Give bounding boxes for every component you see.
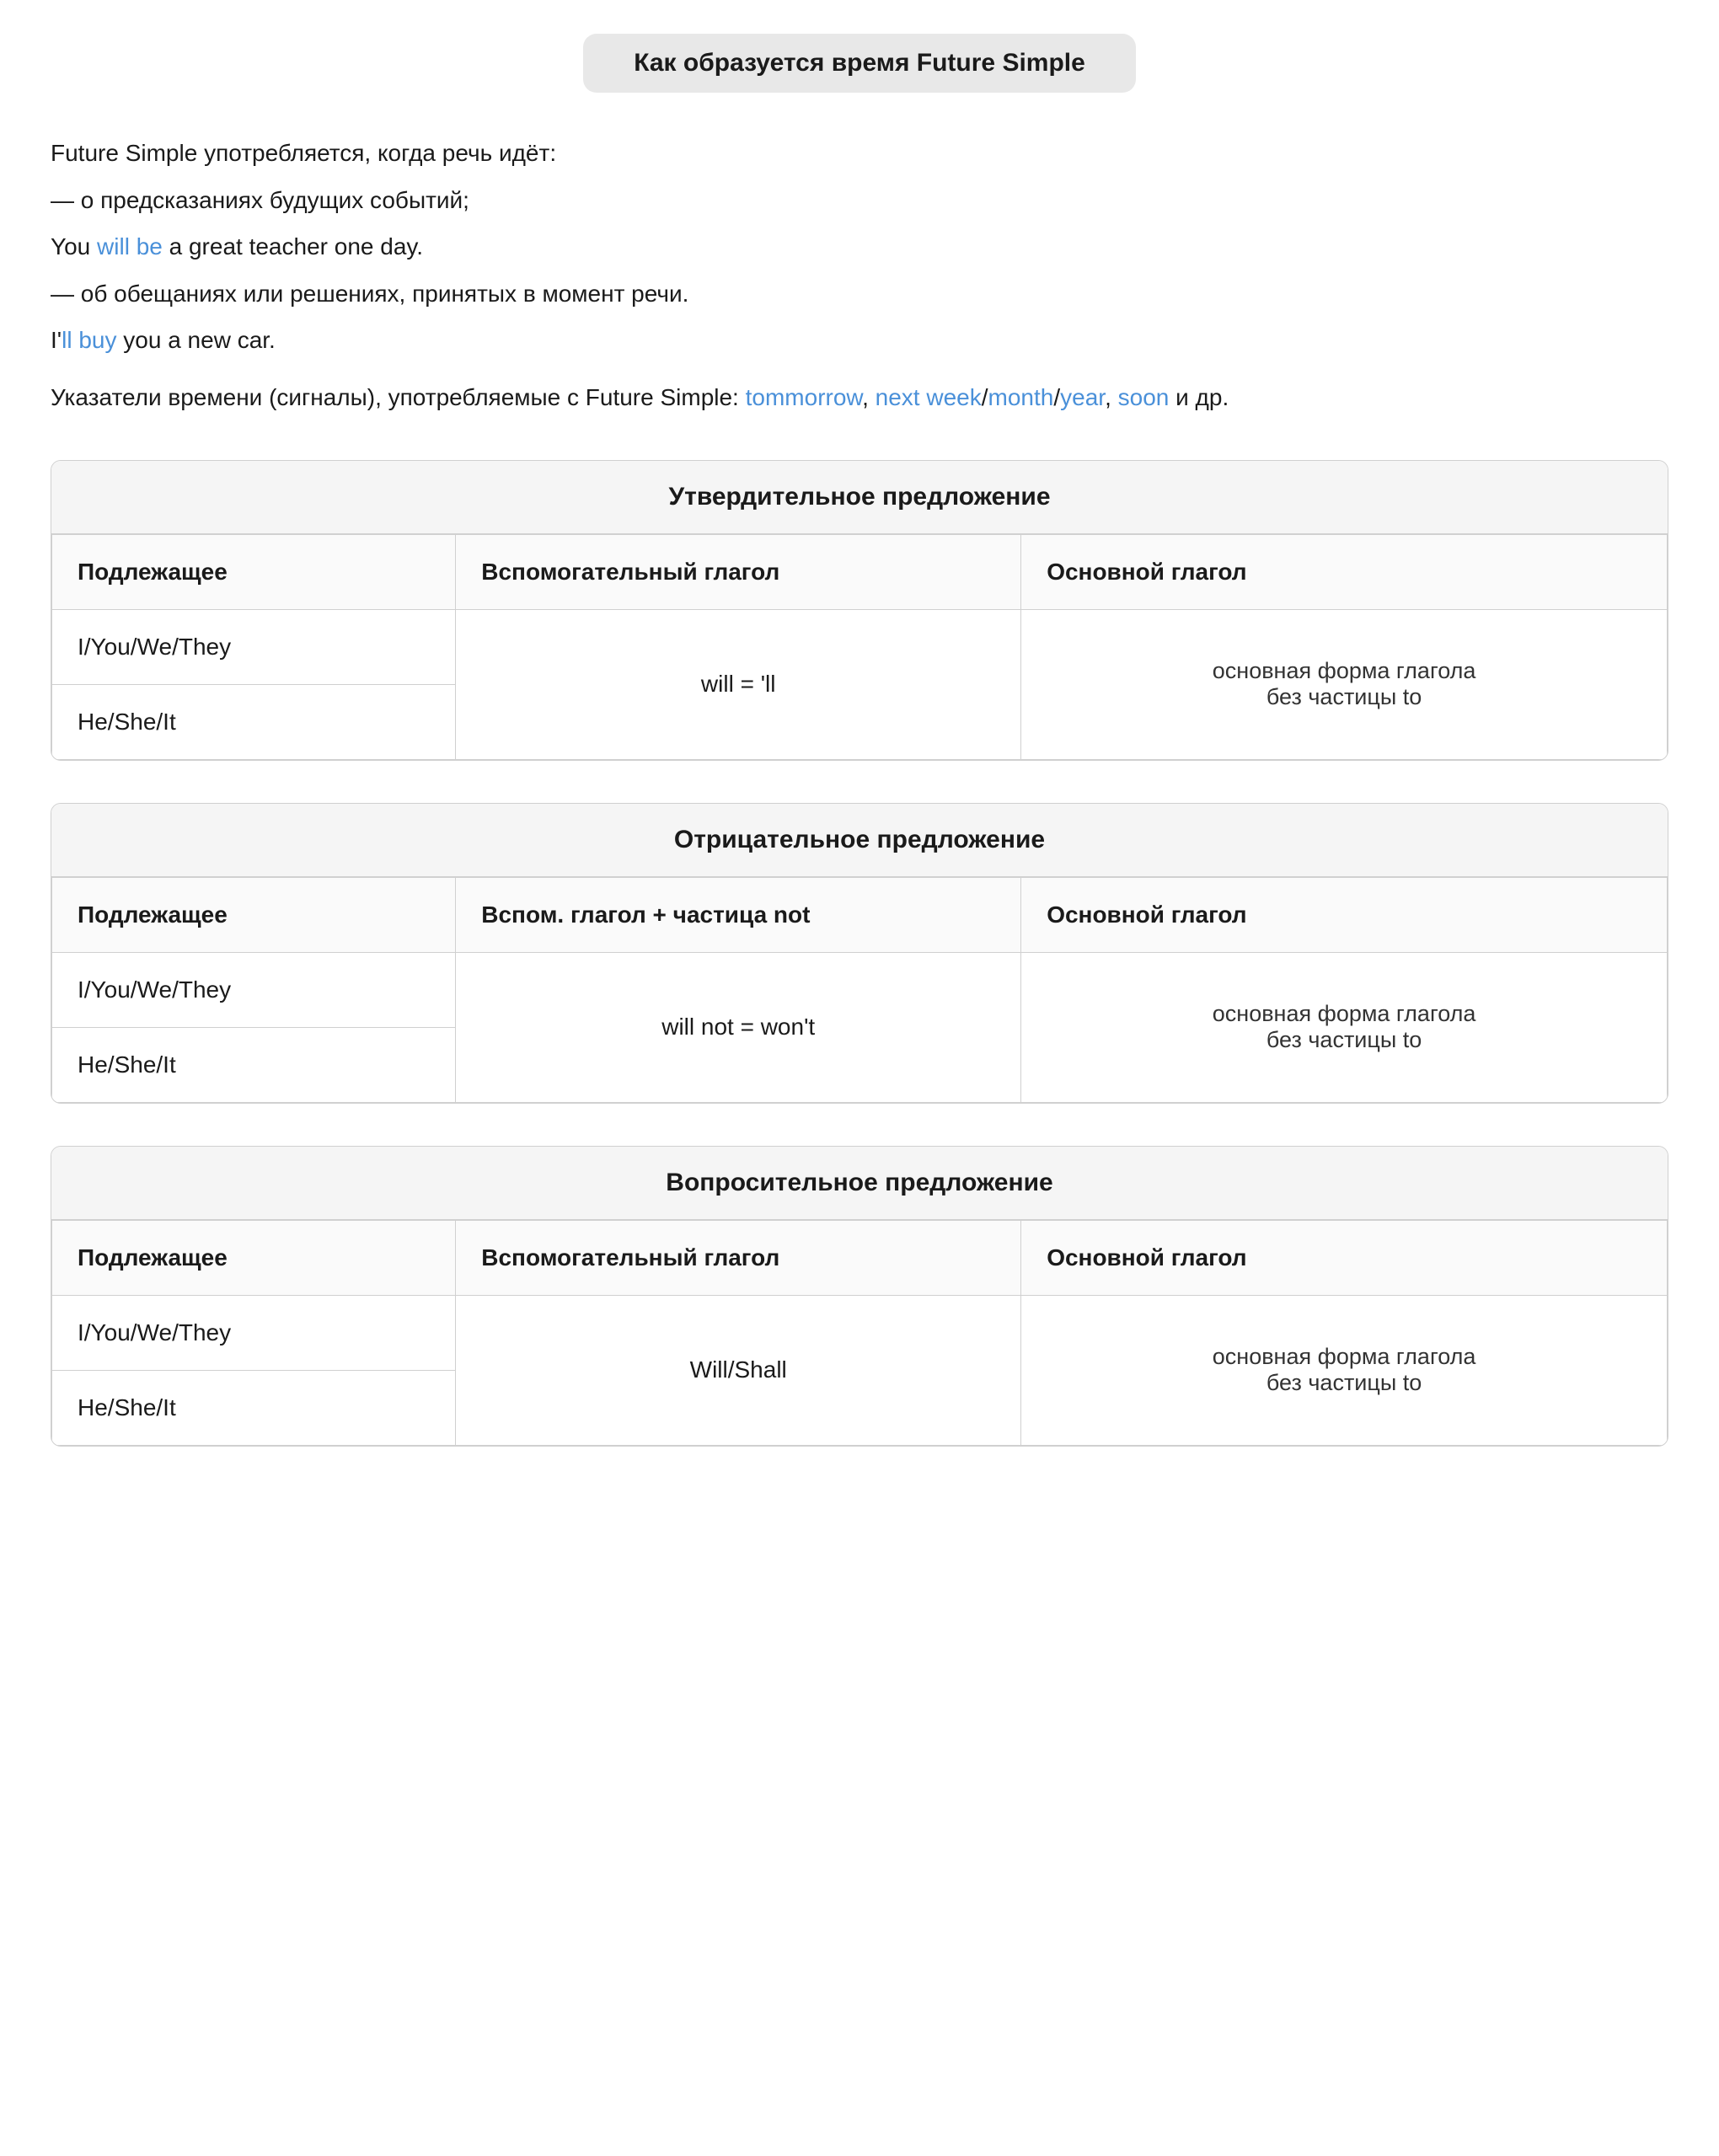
section-interrogative: Вопросительное предложение Подлежащее Вс… [51, 1146, 1668, 1447]
int-aux-verb-cell: Will/Shall [456, 1295, 1021, 1445]
int-col1-header: Подлежащее [52, 1220, 456, 1295]
int-subject-top: I/You/We/They [52, 1296, 455, 1371]
neg-subject-cell: I/You/We/They He/She/It [52, 952, 456, 1102]
aff-col1-header: Подлежащее [52, 534, 456, 609]
int-col3-header: Основной глагол [1021, 1220, 1668, 1295]
neg-subject-bottom: He/She/It [52, 1028, 455, 1102]
aff-main-verb-line2: без частицы to [1266, 684, 1422, 709]
aff-aux-verb-cell: will = 'll [456, 609, 1021, 759]
intro-slash1: / [982, 384, 988, 410]
intro-line1: Future Simple употребляется, когда речь … [51, 133, 1668, 174]
intro-soon: soon [1118, 384, 1170, 410]
neg-main-verb-line2: без частицы to [1266, 1027, 1422, 1052]
intro-line6-pre: Указатели времени (сигналы), употребляем… [51, 384, 746, 410]
neg-main-verb-cell: основная форма глагола без частицы to [1021, 952, 1668, 1102]
aff-main-verb-line1: основная форма глагола [1213, 658, 1476, 683]
int-main-verb-cell: основная форма глагола без частицы to [1021, 1295, 1668, 1445]
page-title: Как образуется время Future Simple [583, 34, 1136, 93]
affirmative-data-row: I/You/We/They He/She/It will = 'll основ… [52, 609, 1668, 759]
aff-col3-header: Основной глагол [1021, 534, 1668, 609]
intro-slash2: / [1053, 384, 1060, 410]
intro-line6-end: и др. [1169, 384, 1229, 410]
intro-line3-post: a great teacher one day. [163, 233, 423, 259]
intro-comma2: , [1105, 384, 1118, 410]
section-negative: Отрицательное предложение Подлежащее Всп… [51, 803, 1668, 1104]
neg-col3-header: Основной глагол [1021, 877, 1668, 952]
intro-next-week: next week [876, 384, 982, 410]
int-main-verb-line2: без частицы to [1266, 1370, 1422, 1395]
intro-line6: Указатели времени (сигналы), употребляем… [51, 377, 1668, 418]
affirmative-header-row: Подлежащее Вспомогательный глагол Основн… [52, 534, 1668, 609]
section-affirmative: Утвердительное предложение Подлежащее Вс… [51, 460, 1668, 761]
aff-col2-header: Вспомогательный глагол [456, 534, 1021, 609]
aff-main-verb-cell: основная форма глагола без частицы to [1021, 609, 1668, 759]
neg-aux-verb-cell: will not = won't [456, 952, 1021, 1102]
int-subject-cell: I/You/We/They He/She/It [52, 1295, 456, 1445]
intro-comma1: , [862, 384, 876, 410]
intro-section: Future Simple употребляется, когда речь … [51, 133, 1668, 418]
int-main-verb-line1: основная форма глагола [1213, 1344, 1476, 1369]
interrogative-data-row: I/You/We/They He/She/It Will/Shall основ… [52, 1295, 1668, 1445]
aff-subject-top: I/You/We/They [52, 610, 455, 685]
affirmative-table: Подлежащее Вспомогательный глагол Основн… [51, 534, 1668, 760]
page-title-bar: Как образуется время Future Simple [51, 34, 1668, 93]
intro-line5-blue: ll buy [62, 327, 116, 353]
intro-line4: — об обещаниях или решениях, принятых в … [51, 274, 1668, 314]
neg-col1-header: Подлежащее [52, 877, 456, 952]
neg-col2-header: Вспом. глагол + частица not [456, 877, 1021, 952]
section-affirmative-header: Утвердительное предложение [51, 461, 1668, 534]
intro-line5-post: you a new car. [117, 327, 276, 353]
intro-month: month [988, 384, 1054, 410]
int-col2-header: Вспомогательный глагол [456, 1220, 1021, 1295]
intro-line2: — о предсказаниях будущих событий; [51, 180, 1668, 221]
neg-subject-top: I/You/We/They [52, 953, 455, 1028]
neg-main-verb-line1: основная форма глагола [1213, 1001, 1476, 1026]
negative-header-row: Подлежащее Вспом. глагол + частица not О… [52, 877, 1668, 952]
interrogative-table: Подлежащее Вспомогательный глагол Основн… [51, 1220, 1668, 1446]
int-subject-bottom: He/She/It [52, 1371, 455, 1445]
intro-line5: I'll buy you a new car. [51, 320, 1668, 361]
interrogative-header-row: Подлежащее Вспомогательный глагол Основн… [52, 1220, 1668, 1295]
negative-data-row: I/You/We/They He/She/It will not = won't… [52, 952, 1668, 1102]
intro-line5-pre: I' [51, 327, 62, 353]
intro-line3-blue: will be [97, 233, 163, 259]
intro-year: year [1060, 384, 1105, 410]
section-negative-header: Отрицательное предложение [51, 804, 1668, 877]
section-interrogative-header: Вопросительное предложение [51, 1147, 1668, 1220]
intro-line3-pre: You [51, 233, 97, 259]
negative-table: Подлежащее Вспом. глагол + частица not О… [51, 877, 1668, 1103]
intro-line3: You will be a great teacher one day. [51, 227, 1668, 267]
intro-tomorrow: tommorrow [746, 384, 862, 410]
aff-subject-cell: I/You/We/They He/She/It [52, 609, 456, 759]
aff-subject-bottom: He/She/It [52, 685, 455, 759]
